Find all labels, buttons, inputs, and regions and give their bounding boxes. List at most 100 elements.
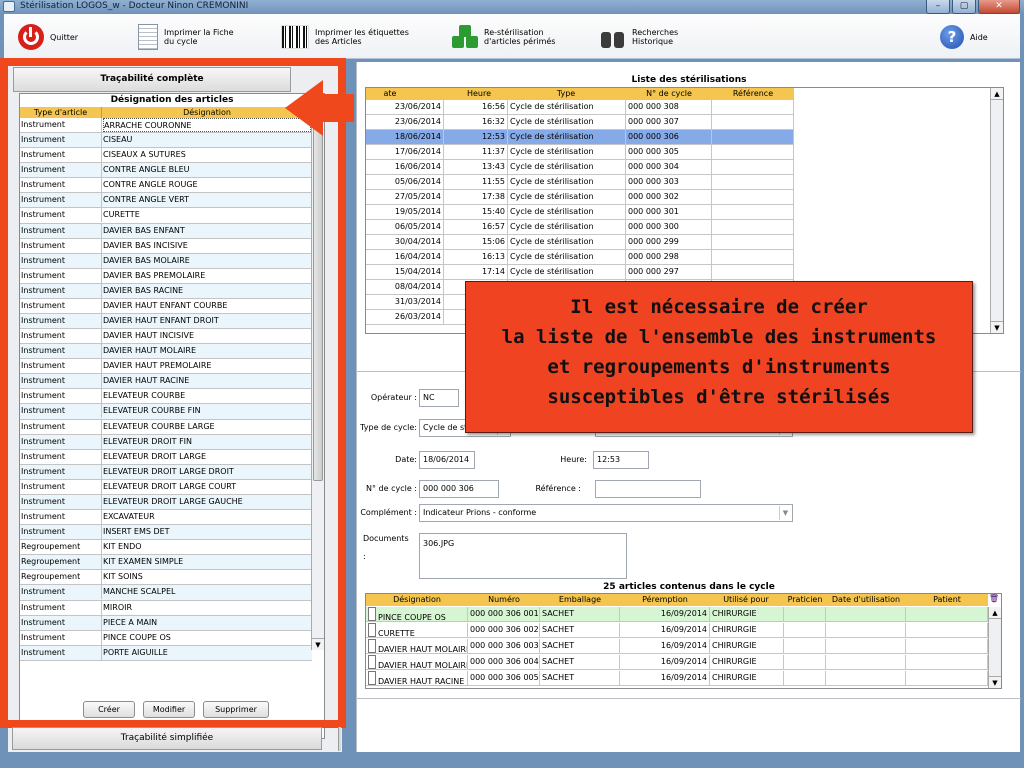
table-row[interactable]: 19/05/2014 15:40 Cycle de stérilisation 000… (366, 205, 794, 220)
list-item[interactable]: Instrument DAVIER BAS INCISIVE (20, 238, 312, 254)
articles-scrollbar[interactable]: ▲ ▼ (311, 107, 324, 650)
scroll-down-arrow-icon[interactable]: ▼ (991, 321, 1003, 333)
list-item[interactable]: Instrument CURETTE (20, 208, 312, 224)
list-item[interactable]: Instrument DAVIER BAS MOLAIRE (20, 253, 312, 269)
column-header-date[interactable]: ate (366, 88, 414, 100)
list-item[interactable]: Instrument DAVIER HAUT INCISIVE (20, 329, 312, 345)
column-header-designation[interactable]: Désignation (102, 107, 312, 118)
print-sheet-button[interactable]: Imprimer la Fiche du cycle (138, 20, 234, 54)
scroll-up-arrow-icon[interactable]: ▲ (989, 607, 1001, 619)
operator-field[interactable]: NC (419, 389, 459, 407)
column-header-designation[interactable]: Désignation (366, 594, 468, 606)
search-history-button[interactable]: Recherches Historique (600, 20, 678, 54)
row-checkbox[interactable] (368, 623, 376, 637)
row-checkbox[interactable] (368, 639, 376, 653)
table-row[interactable]: 18/06/2014 12:53 Cycle de stérilisation 000… (366, 130, 794, 145)
list-item[interactable]: Instrument ELEVATEUR DROIT LARGE (20, 449, 312, 465)
panel-divider[interactable] (338, 727, 341, 751)
scroll-thumb[interactable] (313, 121, 323, 481)
row-checkbox[interactable] (368, 607, 376, 621)
list-item[interactable]: Instrument DAVIER BAS PREMOLAIRE (20, 268, 312, 284)
column-header-number[interactable]: Numéro (468, 594, 540, 606)
column-header-time[interactable]: Heure (444, 88, 514, 100)
table-row[interactable]: CURETTE 000 000 306 002 SACHET 16/09/2014 CH… (366, 623, 988, 638)
delete-icon[interactable]: 🗑 (989, 594, 999, 603)
date-field[interactable]: 18/06/2014 (419, 451, 475, 469)
list-item[interactable]: Instrument PINCE COUPE OS (20, 630, 312, 646)
quit-button[interactable]: Quitter (18, 20, 78, 54)
table-row[interactable]: 15/04/2014 17:14 Cycle de stérilisation 000… (366, 265, 794, 280)
table-row[interactable]: 23/06/2014 16:56 Cycle de stérilisation 000… (366, 100, 794, 115)
sterilizations-scrollbar[interactable]: ▲ ▼ (990, 88, 1003, 333)
list-item[interactable]: Instrument CONTRE ANGLE ROUGE (20, 178, 312, 194)
cycle-articles-scrollbar[interactable]: ▲ ▼ (988, 607, 1001, 688)
table-row[interactable]: 17/06/2014 11:37 Cycle de stérilisation 000… (366, 145, 794, 160)
list-item[interactable]: Instrument MANCHE SCALPEL (20, 585, 312, 601)
list-item[interactable]: Instrument DAVIER HAUT MOLAIRE (20, 344, 312, 360)
list-item[interactable]: Instrument ELEVATEUR COURBE FIN (20, 404, 312, 420)
table-row[interactable]: DAVIER HAUT RACINE 000 000 306 005 SACHET 1… (366, 671, 988, 686)
list-item[interactable]: Regroupement KIT EXAMEN SIMPLE (20, 555, 312, 571)
scroll-down-arrow-icon[interactable]: ▼ (312, 638, 324, 650)
table-row[interactable]: 05/06/2014 11:55 Cycle de stérilisation 000… (366, 175, 794, 190)
row-checkbox[interactable] (368, 671, 376, 685)
list-item[interactable]: Instrument ELEVATEUR COURBE (20, 389, 312, 405)
list-item[interactable]: Instrument CISEAUX A SUTURES (20, 148, 312, 164)
list-item[interactable]: Instrument DAVIER HAUT PREMOLAIRE (20, 359, 312, 375)
delete-button[interactable]: Supprimer (203, 701, 269, 718)
minimize-button[interactable]: – (926, 0, 950, 14)
list-item[interactable]: Instrument DAVIER HAUT RACINE (20, 374, 312, 390)
list-item[interactable]: Instrument ELEVATEUR COURBE LARGE (20, 419, 312, 435)
time-field[interactable]: 12:53 (593, 451, 649, 469)
list-item[interactable]: Instrument CONTRE ANGLE VERT (20, 193, 312, 209)
list-item[interactable]: Regroupement KIT ENDO (20, 540, 312, 556)
row-checkbox[interactable] (368, 655, 376, 669)
chevron-down-icon[interactable]: ▼ (779, 506, 791, 520)
list-item[interactable]: Instrument DAVIER BAS RACINE (20, 283, 312, 299)
column-header-use-date[interactable]: Date d'utilisation (826, 594, 906, 606)
list-item[interactable]: Instrument EXCAVATEUR (20, 510, 312, 526)
list-item[interactable]: Instrument DAVIER HAUT ENFANT COURBE (20, 298, 312, 315)
documents-field[interactable]: 306.JPG (419, 533, 627, 579)
table-row[interactable]: 06/05/2014 16:57 Cycle de stérilisation 000… (366, 220, 794, 235)
list-item[interactable]: Instrument ELEVATEUR DROIT LARGE DROIT (20, 464, 312, 480)
list-item[interactable]: Instrument CISEAU (20, 133, 312, 149)
list-item[interactable]: Instrument INSERT EMS DET (20, 525, 312, 541)
tab-full-traceability[interactable]: Traçabilité complète (13, 67, 291, 92)
table-row[interactable]: 16/04/2014 16:13 Cycle de stérilisation 000… (366, 250, 794, 265)
table-row[interactable]: DAVIER HAUT MOLAIRE 000 000 306 003 SACHET… (366, 639, 988, 654)
table-row[interactable]: 30/04/2014 15:06 Cycle de stérilisation 000… (366, 235, 794, 250)
list-item[interactable]: Instrument ELEVATEUR DROIT LARGE COURT (20, 479, 312, 495)
column-header-reference[interactable]: Référence (712, 88, 794, 100)
column-header-used-for[interactable]: Utilisé pour (710, 594, 782, 606)
table-row[interactable]: 23/06/2014 16:32 Cycle de stérilisation 000… (366, 115, 794, 130)
list-item[interactable]: Instrument ELEVATEUR DROIT FIN (20, 434, 312, 450)
resterilize-button[interactable]: Re-stérilisation d'articles périmés (452, 20, 555, 54)
table-row[interactable]: 16/06/2014 13:43 Cycle de stérilisation 000… (366, 160, 794, 175)
maximize-button[interactable]: ▢ (952, 0, 976, 14)
list-item[interactable]: Instrument PORTE AIGUILLE (20, 645, 312, 661)
column-header-packaging[interactable]: Emballage (540, 594, 620, 606)
list-item[interactable]: Instrument ELEVATEUR DROIT LARGE GAUCHE (20, 494, 312, 511)
list-item[interactable]: Instrument CONTRE ANGLE BLEU (20, 163, 312, 179)
table-row[interactable]: DAVIER HAUT MOLAIRE 000 000 306 004 SACHET… (366, 655, 988, 670)
reference-field[interactable] (595, 480, 701, 498)
help-button[interactable]: ? Aide (940, 20, 988, 54)
scroll-up-arrow-icon[interactable]: ▲ (991, 88, 1003, 100)
print-labels-button[interactable]: Imprimer les étiquettes des Articles (281, 20, 409, 54)
list-item[interactable]: Regroupement KIT SOINS (20, 570, 312, 586)
list-item[interactable]: Instrument PIECE A MAIN (20, 615, 312, 631)
cycle-number-field[interactable]: 000 000 306 (419, 480, 499, 498)
column-header-patient[interactable]: Patient (906, 594, 988, 606)
list-item[interactable]: Instrument DAVIER BAS ENFANT (20, 223, 312, 239)
list-item[interactable]: Instrument DAVIER HAUT ENFANT DROIT (20, 314, 312, 330)
table-row[interactable]: PINCE COUPE OS 000 000 306 001 SACHET 16/09… (366, 607, 988, 622)
list-item[interactable]: Instrument ARRACHE COURONNE (20, 118, 312, 134)
create-button[interactable]: Créer (83, 701, 135, 718)
table-row[interactable]: 27/05/2014 17:38 Cycle de stérilisation 000… (366, 190, 794, 205)
column-header-cycle[interactable]: N° de cycle (626, 88, 712, 100)
column-header-type[interactable]: Type d'article (20, 107, 102, 118)
tab-simple-traceability[interactable]: Traçabilité simplifiée (12, 727, 322, 750)
scroll-down-arrow-icon[interactable]: ▼ (989, 676, 1001, 688)
list-item[interactable]: Instrument MIROIR (20, 600, 312, 616)
